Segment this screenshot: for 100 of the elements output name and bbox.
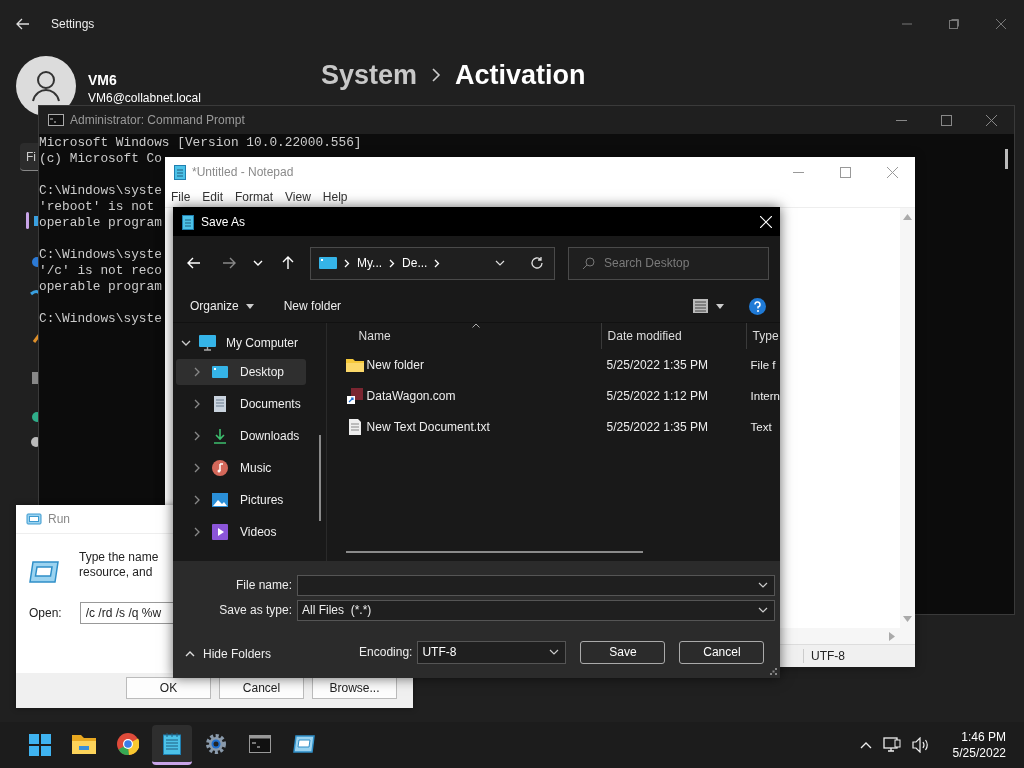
view-menu-icon[interactable] (693, 299, 725, 313)
chevron-icon[interactable] (194, 463, 200, 473)
user-name: VM6 (88, 71, 118, 88)
tree-item[interactable]: Videos (176, 519, 306, 545)
tree-item[interactable]: Downloads (176, 423, 306, 449)
chevron-up-icon[interactable] (859, 741, 872, 749)
dialog-button[interactable]: Cancel (679, 640, 765, 664)
tree-item[interactable]: My Computer (173, 327, 326, 359)
chevron-right-icon (389, 258, 396, 268)
clock-date[interactable]: 5/25/2022 (952, 745, 1006, 761)
console-line: Microsoft Windows [Version 10.0.22000.556] (39, 135, 362, 150)
breadcrumb-item[interactable]: My... (357, 256, 383, 270)
terminal-icon (249, 734, 271, 753)
notepad-icon (182, 213, 194, 230)
chevron-icon[interactable] (194, 527, 200, 537)
maximize-icon[interactable] (948, 18, 960, 30)
tree-item[interactable]: Documents (176, 391, 306, 417)
taskbar-app[interactable] (152, 725, 192, 765)
window-title: Run (48, 512, 70, 526)
maximize-icon[interactable] (840, 166, 851, 178)
back-arrow-icon[interactable] (16, 18, 30, 30)
scrollbar-thumb[interactable] (345, 551, 643, 553)
chevron-icon[interactable] (194, 399, 200, 409)
refresh-icon[interactable] (530, 256, 544, 270)
download-icon (212, 428, 228, 444)
column-header[interactable]: Type (745, 323, 779, 349)
user-email: VM6@collabnet.local (88, 90, 201, 105)
console-line: operable program (39, 279, 162, 294)
desktop-icon (319, 256, 337, 270)
chevron-down-icon[interactable] (495, 260, 505, 266)
open-label: Open: (29, 606, 62, 620)
file-name[interactable]: New Text Document.txt (366, 419, 607, 434)
console-line: (c) Microsoft Co (39, 151, 162, 166)
dialog-button[interactable]: Cancel (219, 677, 304, 699)
forward-arrow-icon[interactable] (222, 257, 236, 269)
save-as-type-label: Save as type: (218, 603, 292, 617)
scrollbar-thumb[interactable] (1005, 149, 1008, 169)
search-field[interactable]: Fi (20, 143, 38, 171)
window-title: Save As (201, 214, 246, 229)
clock-time[interactable]: 1:46 PM (961, 729, 1006, 745)
breadcrumb-item[interactable]: System (320, 59, 417, 91)
description-text: resource, and (79, 565, 154, 580)
file-name-field[interactable] (297, 574, 775, 596)
window-title: *Untitled - Notepad (192, 165, 294, 179)
resize-grip-icon[interactable] (770, 668, 777, 675)
console-line: 'reboot' is not (39, 199, 155, 214)
network-icon[interactable] (882, 737, 901, 753)
menu-item[interactable]: Help (322, 190, 348, 204)
encoding-status: UTF-8 (803, 649, 845, 663)
chevron-icon[interactable] (194, 431, 200, 441)
dialog-button[interactable]: Save (580, 640, 666, 664)
new-folder-button[interactable]: New folder (274, 295, 351, 317)
breadcrumb-item: Activation (454, 59, 586, 91)
gear-icon (205, 732, 227, 755)
menu-item[interactable]: Format (235, 190, 274, 204)
notepad-icon (163, 732, 181, 755)
file-date: 5/25/2022 1:35 PM (606, 357, 709, 372)
column-header[interactable]: Date modified (600, 323, 746, 349)
encoding-dropdown[interactable]: UTF-8 (417, 640, 567, 664)
organize-button[interactable]: Organize (181, 295, 263, 317)
start-icon (29, 734, 51, 756)
shortcut-icon (345, 387, 364, 404)
tree-item[interactable]: Music (176, 455, 306, 481)
browser-icon (117, 732, 139, 755)
address-bar[interactable]: My... De... (310, 246, 555, 280)
help-icon[interactable] (749, 297, 766, 315)
hide-folders-button[interactable]: Hide Folders (185, 644, 272, 664)
caret-icon (245, 303, 254, 309)
file-name[interactable]: New folder (366, 357, 607, 372)
maximize-icon[interactable] (941, 114, 952, 126)
scrollbar-thumb[interactable] (319, 435, 321, 521)
tree-item[interactable]: Pictures (176, 487, 306, 513)
file-date: 5/25/2022 1:35 PM (606, 419, 709, 434)
menu-item[interactable]: Edit (202, 190, 224, 204)
tree-item[interactable]: Desktop (176, 359, 306, 385)
window-title: Settings (51, 17, 95, 31)
chevron-icon[interactable] (181, 340, 191, 346)
volume-icon[interactable] (911, 737, 930, 753)
file-type: File f (750, 358, 776, 371)
chevron-down-icon (549, 649, 560, 655)
menu-item[interactable]: File (171, 190, 191, 204)
file-name[interactable]: DataWagon.com (366, 388, 607, 403)
breadcrumb-item[interactable]: De... (402, 256, 428, 270)
file-type: Text (750, 420, 772, 433)
console-line: C:\Windows\syste (39, 247, 162, 262)
console-line: operable program (39, 215, 162, 230)
folder-icon (345, 357, 364, 372)
console-line: C:\Windows\syste (39, 183, 162, 198)
encoding-label: Encoding: (359, 645, 413, 659)
window-title: Administrator: Command Prompt (70, 113, 245, 127)
file-type-dropdown[interactable]: All Files (*.*) (297, 599, 775, 621)
music-note-icon (212, 460, 228, 476)
chevron-icon[interactable] (194, 495, 200, 505)
menu-item[interactable]: View (285, 190, 311, 204)
up-arrow-icon[interactable] (282, 256, 294, 270)
dialog-button[interactable]: OK (126, 677, 211, 699)
column-header[interactable]: Name (326, 329, 601, 343)
picture-icon (212, 493, 228, 507)
dialog-button[interactable]: Browse... (312, 677, 397, 699)
search-field[interactable]: Search Desktop (568, 246, 769, 280)
